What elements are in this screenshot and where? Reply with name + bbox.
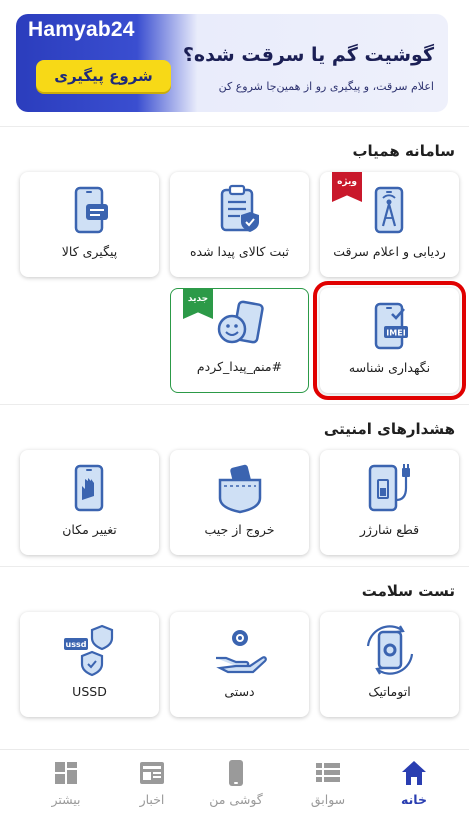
nav-label: اخبار	[139, 792, 165, 807]
new-badge: جدید	[183, 289, 213, 319]
phone-imei-icon: IMEI	[374, 302, 408, 350]
section-title-hamyab: سامانه همیاب	[352, 142, 455, 160]
nav-label: خانه	[401, 792, 427, 807]
nav-item-history[interactable]: سوابق	[288, 758, 368, 807]
card-label: ثبت کالای پیدا شده	[190, 244, 289, 259]
smiley-phone-icon	[217, 300, 264, 344]
card-label: نگهداری شناسه	[348, 360, 431, 375]
banner-subtitle: اعلام سرقت، و پیگیری رو از همین‌جا شروع …	[218, 80, 434, 93]
banner-brand: Hamyab24	[28, 18, 135, 41]
phone-hand-icon	[74, 464, 103, 512]
card-manual-test[interactable]: دستی	[170, 612, 309, 717]
nav-item-more[interactable]: بیشتر	[26, 758, 106, 807]
card-register-found-item[interactable]: ثبت کالای پیدا شده	[170, 172, 309, 277]
card-label: دستی	[224, 684, 255, 699]
hand-gear-icon	[215, 630, 267, 674]
section-title-alerts: هشدارهای امنیتی	[323, 420, 455, 438]
card-label: قطع شارژر	[359, 522, 420, 537]
bottom-nav: خانه سوابق گوشی من اخبار بیشتر	[0, 749, 469, 833]
card-ussd-test[interactable]: ussd USSD	[20, 612, 159, 717]
promo-banner[interactable]: Hamyab24 شروع پیگیری گوشیت گم یا سرقت شد…	[16, 14, 448, 112]
card-label: اتوماتیک	[368, 684, 411, 699]
nav-label: بیشتر	[51, 792, 81, 807]
card-label: #منم_پیدا_کردم	[196, 359, 283, 374]
card-label: پیگیری کالا	[61, 244, 118, 259]
start-tracking-button[interactable]: شروع پیگیری	[36, 60, 171, 92]
card-automatic-test[interactable]: اتوماتیک	[320, 612, 459, 717]
section-title-health: تست سلامت	[361, 582, 455, 600]
divider	[0, 126, 469, 127]
nav-label: گوشی من	[209, 792, 263, 807]
ussd-icon-text: ussd	[65, 640, 86, 649]
nav-label: سوابق	[310, 792, 346, 807]
nav-item-news[interactable]: اخبار	[112, 758, 192, 807]
home-icon	[402, 761, 426, 785]
ussd-shield-icon: ussd	[63, 624, 113, 677]
phone-tower-icon	[374, 186, 403, 234]
card-label: تغییر مکان	[62, 522, 117, 537]
phone-gear-refresh-icon	[366, 625, 413, 675]
card-i-found-it[interactable]: جدید #منم_پیدا_کردم	[170, 288, 309, 393]
card-track-and-report[interactable]: ویژه ردیابی و اعلام سرقت	[320, 172, 459, 277]
divider	[0, 566, 469, 567]
phone-charger-icon	[368, 464, 410, 512]
card-keep-imei[interactable]: IMEI نگهداری شناسه	[313, 281, 466, 400]
card-label: خروج از جیب	[204, 522, 275, 537]
phone-icon	[229, 760, 243, 786]
nav-item-my-phone[interactable]: گوشی من	[196, 758, 276, 807]
newspaper-icon	[140, 762, 164, 784]
card-label: USSD	[72, 684, 107, 699]
divider	[0, 404, 469, 405]
special-badge: ویژه	[332, 172, 362, 202]
list-icon	[316, 763, 340, 782]
imei-icon-text: IMEI	[386, 329, 405, 338]
card-charger-disconnect[interactable]: قطع شارژر	[320, 450, 459, 555]
banner-headline: گوشیت گم یا سرقت شده؟	[182, 44, 434, 66]
grid-icon	[55, 762, 77, 784]
card-location-change[interactable]: تغییر مکان	[20, 450, 159, 555]
card-label: ردیابی و اعلام سرقت	[333, 244, 446, 259]
pocket-phone-icon	[218, 464, 261, 514]
card-out-of-pocket[interactable]: خروج از جیب	[170, 450, 309, 555]
card-follow-item[interactable]: پیگیری کالا	[20, 172, 159, 277]
clipboard-check-icon	[220, 184, 259, 232]
phone-message-icon	[74, 186, 108, 234]
nav-item-home[interactable]: خانه	[374, 758, 454, 807]
